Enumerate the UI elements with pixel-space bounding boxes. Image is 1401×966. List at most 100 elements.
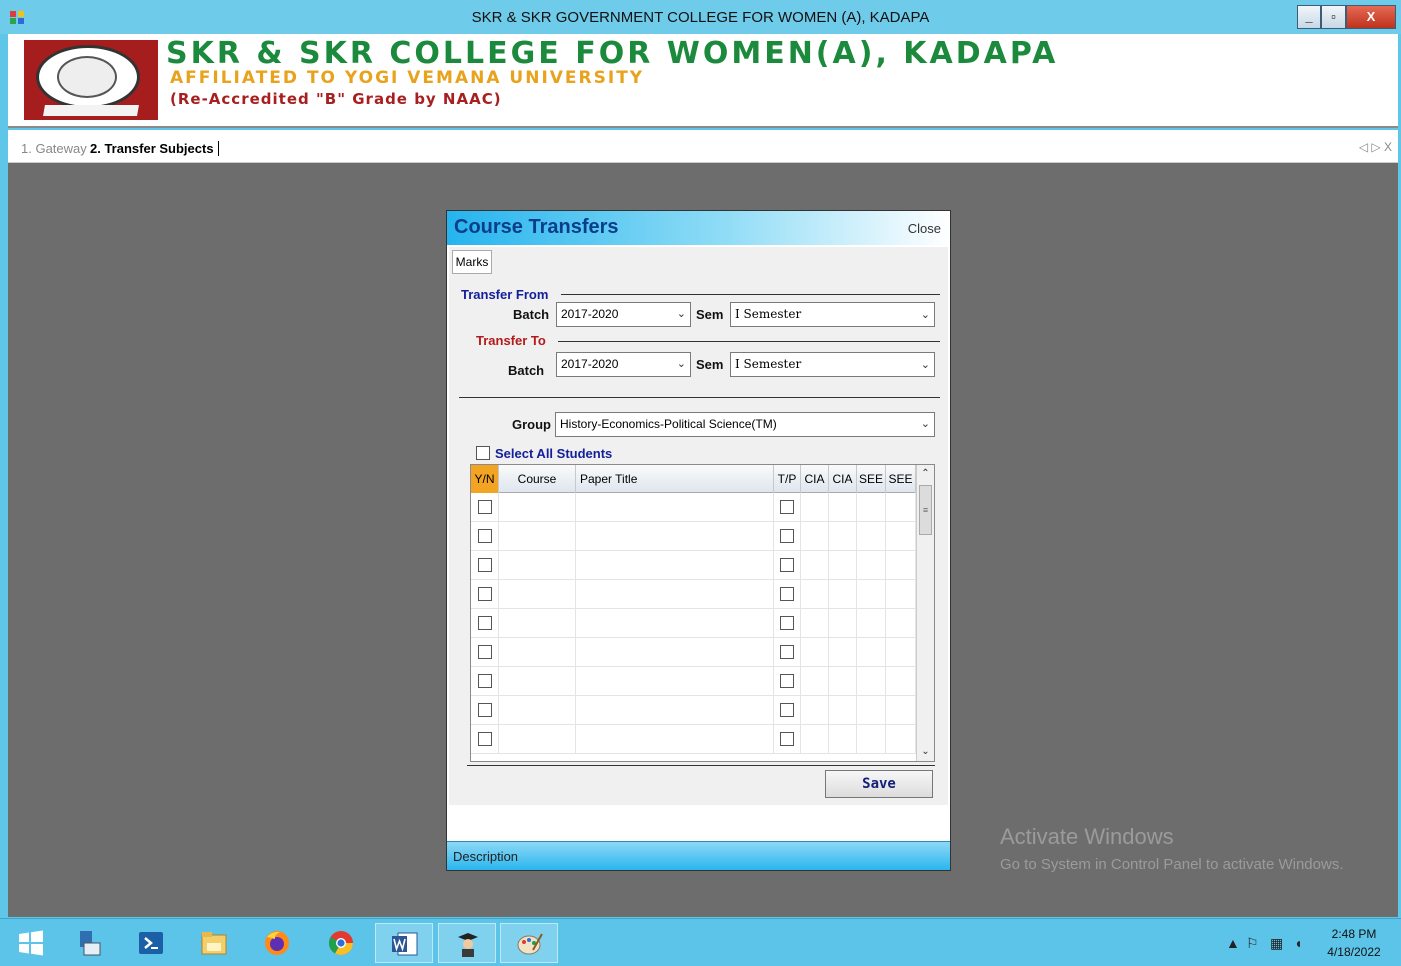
table-cell[interactable] [471,493,499,522]
row-tp-checkbox[interactable] [780,674,794,688]
network-icon[interactable]: ▦ [1270,935,1283,952]
table-cell[interactable] [774,580,801,609]
table-cell[interactable] [886,696,916,725]
start-button[interactable] [2,923,60,963]
tab-gateway[interactable]: 1. Gateway [21,141,87,156]
row-select-checkbox[interactable] [478,674,492,688]
table-cell[interactable] [774,725,801,754]
scroll-down-icon[interactable]: ⌄ [917,743,934,761]
table-cell[interactable] [471,522,499,551]
to-sem-select[interactable]: I Semester ⌄ [730,352,935,377]
table-cell[interactable] [774,696,801,725]
table-cell[interactable] [801,638,829,667]
grid-scrollbar[interactable]: ⌃ ≡ ⌄ [916,465,934,761]
tab-marks[interactable]: Marks [452,250,492,274]
table-row[interactable] [471,667,916,696]
scroll-up-icon[interactable]: ⌃ [917,465,934,483]
row-tp-checkbox[interactable] [780,529,794,543]
select-all-checkbox[interactable] [476,446,490,460]
row-tp-checkbox[interactable] [780,645,794,659]
col-see-2[interactable]: SEE [886,465,916,493]
taskbar-chrome[interactable] [312,923,370,963]
col-yn[interactable]: Y/N [471,465,499,493]
table-cell[interactable] [499,667,576,696]
table-cell[interactable] [576,580,774,609]
row-tp-checkbox[interactable] [780,500,794,514]
table-cell[interactable] [886,580,916,609]
table-cell[interactable] [774,609,801,638]
table-cell[interactable] [499,638,576,667]
table-cell[interactable] [857,609,886,638]
table-cell[interactable] [499,580,576,609]
taskbar-paint[interactable] [500,923,558,963]
table-cell[interactable] [499,725,576,754]
col-paper-title[interactable]: Paper Title [576,465,774,493]
table-cell[interactable] [829,580,857,609]
taskbar-server-manager[interactable] [60,923,118,963]
table-cell[interactable] [829,638,857,667]
table-cell[interactable] [774,522,801,551]
table-cell[interactable] [857,696,886,725]
table-cell[interactable] [499,551,576,580]
table-cell[interactable] [471,609,499,638]
row-select-checkbox[interactable] [478,645,492,659]
table-cell[interactable] [886,551,916,580]
taskbar-firefox[interactable] [248,923,306,963]
tray-expand-icon[interactable]: ▲ [1226,935,1240,951]
table-cell[interactable] [774,638,801,667]
table-cell[interactable] [857,551,886,580]
table-cell[interactable] [886,638,916,667]
table-cell[interactable] [801,696,829,725]
taskbar-clock[interactable]: 2:48 PM 4/18/2022 [1318,925,1390,961]
table-row[interactable] [471,551,916,580]
table-cell[interactable] [471,667,499,696]
table-row[interactable] [471,638,916,667]
table-cell[interactable] [829,696,857,725]
scroll-thumb[interactable]: ≡ [919,485,932,535]
table-row[interactable] [471,522,916,551]
table-cell[interactable] [471,551,499,580]
col-tp[interactable]: T/P [774,465,801,493]
window-close-button[interactable]: X [1346,5,1396,29]
table-cell[interactable] [576,725,774,754]
taskbar-student-app[interactable] [438,923,496,963]
table-cell[interactable] [886,493,916,522]
group-select[interactable]: History-Economics-Political Science(TM) ⌄ [555,412,935,437]
from-sem-select[interactable]: I Semester ⌄ [730,302,935,327]
to-batch-select[interactable]: 2017-2020 ⌄ [556,352,691,377]
row-tp-checkbox[interactable] [780,558,794,572]
table-cell[interactable] [829,725,857,754]
col-cia-1[interactable]: CIA [801,465,829,493]
table-cell[interactable] [801,667,829,696]
table-cell[interactable] [471,638,499,667]
save-button[interactable]: Save [825,770,933,798]
maximize-button[interactable]: ▫ [1321,5,1346,29]
action-center-flag-icon[interactable]: ⚐ [1246,935,1259,952]
row-select-checkbox[interactable] [478,616,492,630]
row-tp-checkbox[interactable] [780,616,794,630]
row-select-checkbox[interactable] [478,587,492,601]
table-cell[interactable] [499,493,576,522]
table-row[interactable] [471,696,916,725]
col-see-1[interactable]: SEE [857,465,886,493]
table-row[interactable] [471,580,916,609]
table-cell[interactable] [801,609,829,638]
table-cell[interactable] [499,522,576,551]
table-cell[interactable] [576,551,774,580]
taskbar-word[interactable] [375,923,433,963]
table-cell[interactable] [886,609,916,638]
table-cell[interactable] [829,609,857,638]
row-select-checkbox[interactable] [478,500,492,514]
from-batch-select[interactable]: 2017-2020 ⌄ [556,302,691,327]
row-select-checkbox[interactable] [478,529,492,543]
table-cell[interactable] [576,493,774,522]
table-cell[interactable] [576,696,774,725]
table-cell[interactable] [801,522,829,551]
table-cell[interactable] [857,522,886,551]
col-course[interactable]: Course [499,465,576,493]
table-cell[interactable] [499,696,576,725]
table-cell[interactable] [829,667,857,696]
volume-muted-icon[interactable]: ◖ [1294,935,1302,951]
table-row[interactable] [471,493,916,522]
dialog-close-link[interactable]: Close [908,221,941,236]
